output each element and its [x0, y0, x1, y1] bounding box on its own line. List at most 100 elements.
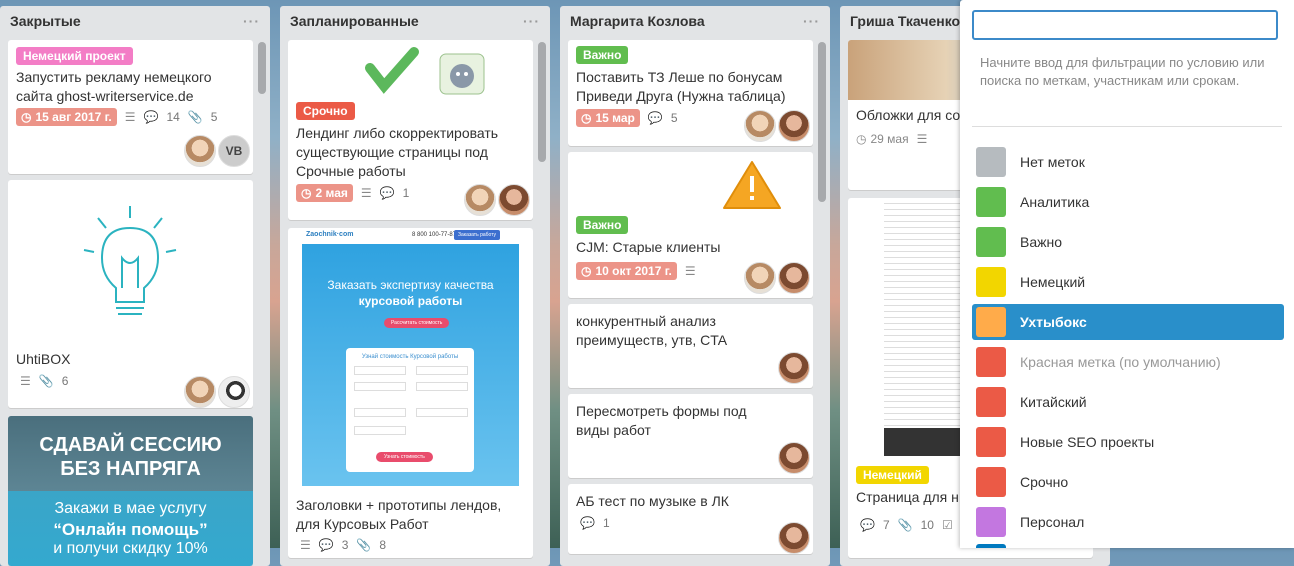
site-phone: 8 800 100-77-87: [412, 232, 457, 238]
attachment-count: 6: [61, 374, 69, 388]
card-label: Немецкий проект: [16, 47, 133, 65]
list-menu-icon[interactable]: ···: [803, 13, 820, 29]
avatar[interactable]: [778, 522, 810, 554]
label-swatch: [976, 147, 1006, 177]
card-title: Поставить ТЗ Леше по бонусам Приведи Дру…: [576, 69, 786, 104]
list-title[interactable]: Маргарита Козлова: [570, 13, 705, 29]
card-title: Заголовки + прототипы лендов, для Курсов…: [296, 497, 502, 532]
card-label: Немецкий: [856, 466, 929, 484]
card[interactable]: конкурентный анализ преимуществ, утв, CT…: [568, 304, 813, 388]
comment-icon: 💬: [580, 516, 595, 530]
list-header[interactable]: Маргарита Козлова ···: [560, 6, 830, 36]
clock-icon: ◷: [21, 110, 32, 124]
banner-text: “Онлайн помощь”: [53, 520, 208, 539]
clock-icon: ◷: [301, 186, 312, 200]
scrollbar[interactable]: [258, 42, 266, 94]
avatar[interactable]: [498, 184, 530, 216]
list-header[interactable]: Закрытые ···: [0, 6, 270, 36]
due-date-badge[interactable]: ◷ 10 окт 2017 г.: [576, 262, 677, 280]
label-swatch: [976, 427, 1006, 457]
due-date-badge[interactable]: ◷ 2 мая: [296, 184, 353, 202]
landing-preview-image: Zaochnik·com 8 800 100-77-87 Заказать ра…: [302, 228, 519, 486]
attachment-icon: 📎: [38, 374, 54, 388]
comment-count: 3: [341, 538, 349, 552]
banner-card[interactable]: СДАВАЙ СЕССИЮ БЕЗ НАПРЯГА Закажи в мае у…: [8, 416, 253, 566]
label-swatch: [976, 467, 1006, 497]
list-margarita: Маргарита Козлова ··· Важно Поставить ТЗ…: [560, 6, 830, 566]
card[interactable]: Немецкий проект Запустить рекламу немецк…: [8, 40, 253, 174]
list-header[interactable]: Запланированные ···: [280, 6, 550, 36]
filter-label-uhtibox[interactable]: Ухтыбокс: [972, 304, 1284, 340]
attachment-icon: 📎: [356, 538, 372, 552]
card[interactable]: Zaochnik·com 8 800 100-77-87 Заказать ра…: [288, 228, 533, 558]
due-date-badge[interactable]: ◷ 15 мар: [576, 109, 640, 127]
filter-label-red-default[interactable]: Красная метка (по умолчанию): [972, 344, 1284, 380]
label-swatch: [976, 227, 1006, 257]
comment-icon: 💬: [379, 186, 395, 200]
card[interactable]: Важно CJM: Старые клиенты ◷ 10 окт 2017 г…: [568, 152, 813, 298]
label-swatch-partial: [976, 544, 1006, 548]
filter-label-chinese[interactable]: Китайский: [972, 384, 1284, 420]
card[interactable]: Важно Поставить ТЗ Леше по бонусам Приве…: [568, 40, 813, 146]
label-swatch: [976, 307, 1006, 337]
filter-label-german[interactable]: Немецкий: [972, 264, 1284, 300]
hero-text: курсовой работы: [358, 294, 463, 308]
list-menu-icon[interactable]: ···: [243, 13, 260, 29]
filter-label-personnel[interactable]: Персонал: [972, 504, 1284, 540]
avatar[interactable]: [184, 376, 216, 408]
list-title[interactable]: Закрытые: [10, 13, 81, 29]
filter-label-important[interactable]: Важно: [972, 224, 1284, 260]
attachment-count: 10: [920, 518, 934, 532]
description-icon: ☰: [684, 264, 696, 278]
avatar[interactable]: [744, 262, 776, 294]
card-label: Срочно: [296, 102, 355, 120]
filter-label-no-labels[interactable]: Нет меток: [972, 144, 1284, 180]
attachment-icon: 📎: [897, 518, 913, 532]
filter-search-input[interactable]: [972, 10, 1278, 40]
divider: [972, 126, 1282, 127]
avatar[interactable]: [778, 352, 810, 384]
comment-icon: 💬: [860, 518, 875, 532]
avatar[interactable]: [744, 110, 776, 142]
card[interactable]: Срочно Лендинг либо скорректировать суще…: [288, 40, 533, 220]
avatar[interactable]: [464, 184, 496, 216]
description-icon: ☰: [300, 538, 311, 552]
card-label: Важно: [576, 216, 629, 234]
banner-text: БЕЗ НАПРЯГА: [60, 458, 201, 480]
comment-icon: 💬: [318, 538, 334, 552]
card-title: конкурентный анализ преимуществ, утв, CT…: [576, 313, 728, 348]
card-title: Лендинг либо скорректировать существующи…: [296, 125, 499, 179]
list-menu-icon[interactable]: ···: [523, 13, 540, 29]
avatar[interactable]: [778, 110, 810, 142]
card-title: Пересмотреть формы под виды работ: [576, 403, 747, 438]
due-date-badge[interactable]: ◷ 29 мая: [856, 130, 909, 148]
due-date-badge[interactable]: ◷ 15 авг 2017 г.: [16, 108, 117, 126]
comment-count: 1: [602, 516, 610, 530]
card-title: Обложки для со: [856, 107, 961, 123]
avatar[interactable]: [778, 262, 810, 294]
card[interactable]: АБ тест по музыке в ЛК 💬 1: [568, 484, 813, 554]
list-title[interactable]: Запланированные: [290, 13, 419, 29]
list-planned: Запланированные ··· Срочно Лендинг либо …: [280, 6, 550, 566]
clock-icon: ◷: [581, 111, 592, 125]
filter-label-new-seo[interactable]: Новые SEO проекты: [972, 424, 1284, 460]
avatar-vb[interactable]: VB: [218, 135, 250, 167]
description-icon: ☰: [20, 374, 31, 388]
list-title[interactable]: Гриша Ткаченко: [850, 13, 960, 29]
scrollbar[interactable]: [818, 42, 826, 202]
comment-count: 5: [670, 111, 678, 125]
card[interactable]: Пересмотреть формы под виды работ: [568, 394, 813, 478]
form-box: Узнай стоимость Курсовой работы Узнать с…: [346, 348, 474, 472]
filter-label-analytics[interactable]: Аналитика: [972, 184, 1284, 220]
filter-popover: Начните ввод для фильтрации по условию и…: [960, 0, 1294, 548]
banner-text: Закажи в мае услугу: [54, 500, 207, 517]
label-swatch: [976, 347, 1006, 377]
avatar[interactable]: [184, 135, 216, 167]
scrollbar[interactable]: [538, 42, 546, 162]
avatar[interactable]: [218, 376, 250, 408]
card[interactable]: UhtiBOX ☰ 📎 6: [8, 180, 253, 408]
filter-label-urgent[interactable]: Срочно: [972, 464, 1284, 500]
avatar[interactable]: [778, 442, 810, 474]
card-title: АБ тест по музыке в ЛК: [576, 493, 729, 509]
stickers-image: [365, 47, 485, 95]
